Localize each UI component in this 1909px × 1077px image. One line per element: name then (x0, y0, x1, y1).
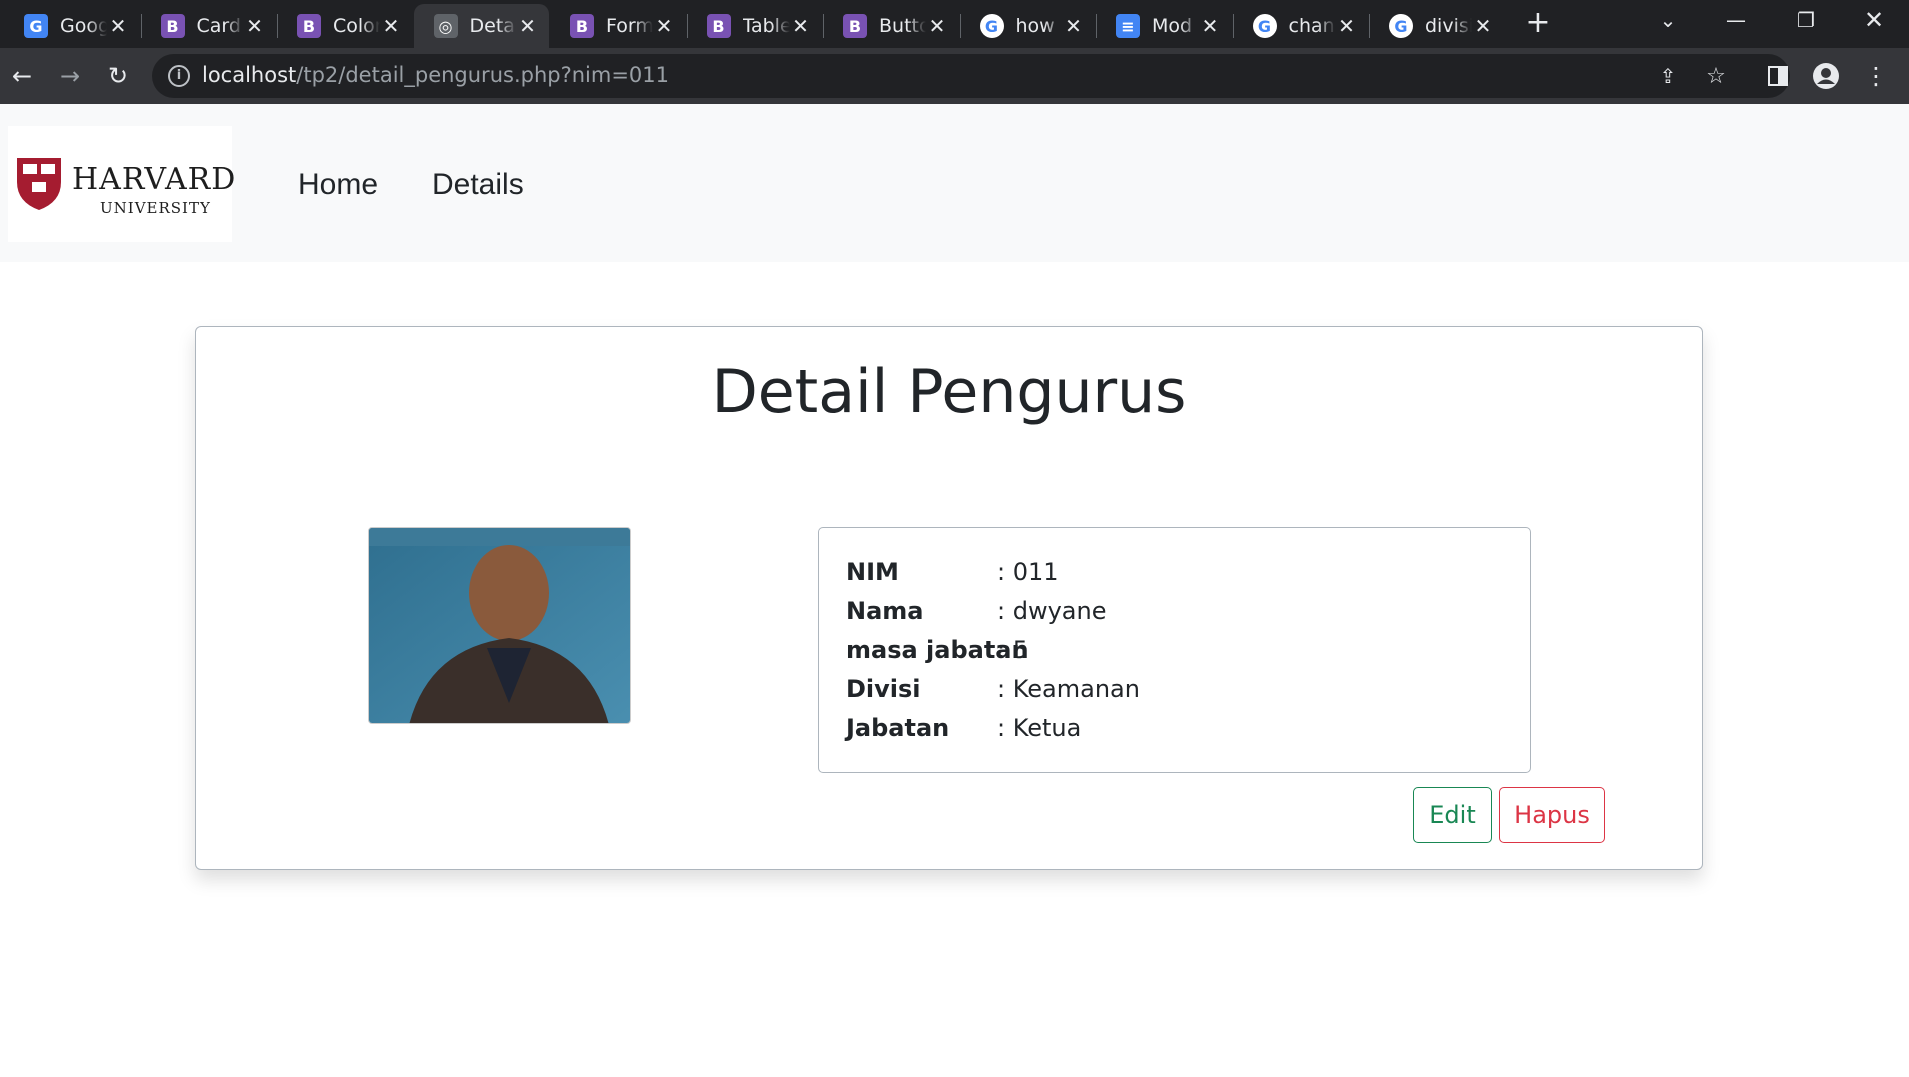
bookmark-star-icon[interactable]: ☆ (1700, 60, 1732, 92)
field-label: Divisi (846, 675, 921, 703)
field-label: Nama (846, 597, 924, 625)
browser-tab[interactable]: Gdivisi ✕ (1369, 4, 1504, 48)
browser-tab[interactable]: G Goog ✕ (4, 4, 139, 48)
tab-title: Goog (60, 15, 107, 37)
browser-tab-strip: G Goog ✕ B Card ✕ B Color ✕ ◎ Detai ✕ B Form ✕ B Table ✕ B… (0, 0, 1909, 48)
tab-title: Mod (1152, 15, 1193, 37)
bootstrap-icon: B (160, 14, 185, 38)
tab-close-icon[interactable]: ✕ (1336, 14, 1358, 38)
bootstrap-icon: B (706, 14, 731, 38)
google-docs-icon: ≡ (1116, 14, 1140, 38)
profile-photo (368, 527, 631, 724)
close-window-button[interactable]: ✕ (1844, 0, 1904, 40)
harvard-shield-icon (17, 158, 61, 210)
tab-close-icon[interactable]: ✕ (926, 14, 948, 38)
nav-link-home[interactable]: Home (298, 168, 378, 202)
browser-toolbar: ← → ↻ i localhost/tp2/detail_pengurus.ph… (0, 48, 1909, 104)
tab-title: how (1015, 15, 1055, 37)
logo-subtitle: UNIVERSITY (100, 199, 211, 217)
site-navbar: HARVARD UNIVERSITY Home Details (0, 104, 1909, 262)
new-tab-button[interactable]: + (1522, 8, 1554, 40)
tab-title: chan (1288, 15, 1335, 37)
field-row-nim: NIM : 011 (846, 558, 1059, 592)
field-label: masa jabatan (846, 636, 1029, 664)
delete-button[interactable]: Hapus (1499, 787, 1605, 843)
google-icon: G (1252, 14, 1277, 38)
tab-close-icon[interactable]: ✕ (244, 14, 266, 38)
bootstrap-icon: B (297, 14, 321, 38)
field-value: : Ketua (997, 714, 1082, 742)
bootstrap-icon: B (570, 14, 594, 38)
tab-close-icon[interactable]: ✕ (790, 14, 812, 38)
field-row-divisi: Divisi : Keamanan (846, 675, 1140, 709)
address-bar[interactable]: i localhost/tp2/detail_pengurus.php?nim=… (152, 54, 1790, 98)
google-translate-icon: G (24, 14, 48, 38)
field-value: : 5 (997, 636, 1028, 664)
field-row-nama: Nama : dwyane (846, 597, 1106, 631)
tab-close-icon[interactable]: ✕ (1199, 14, 1221, 38)
reload-icon[interactable]: ↻ (102, 60, 134, 92)
bootstrap-icon: B (843, 14, 867, 38)
google-icon: G (1389, 14, 1413, 38)
edit-button[interactable]: Edit (1413, 787, 1492, 843)
detail-card: Detail Pengurus NIM : 011 Nama : dwyane (195, 326, 1703, 870)
google-icon: G (979, 14, 1004, 38)
tab-close-icon[interactable]: ✕ (1063, 14, 1085, 38)
tab-close-icon[interactable]: ✕ (380, 14, 402, 38)
tab-close-icon[interactable]: ✕ (653, 14, 675, 38)
field-row-masa-jabatan: masa jabatan : 5 (846, 636, 1029, 670)
tab-title: Table (742, 15, 790, 37)
tab-title: Color (333, 15, 380, 37)
harvard-logo[interactable]: HARVARD UNIVERSITY (8, 126, 235, 242)
back-icon[interactable]: ← (6, 60, 38, 92)
side-panel-icon[interactable] (1762, 60, 1794, 92)
field-value: : 011 (997, 558, 1059, 586)
tab-title: Card (196, 15, 241, 37)
field-label: NIM (846, 558, 899, 586)
tab-title: Form (606, 15, 653, 37)
tab-close-icon[interactable]: ✕ (107, 14, 129, 38)
page-title: Detail Pengurus (711, 357, 1187, 427)
tab-close-icon[interactable]: ✕ (1472, 14, 1494, 38)
logo-title: HARVARD (72, 162, 237, 197)
browser-tab[interactable]: B Form ✕ (550, 4, 685, 48)
restore-button[interactable]: ❐ (1776, 0, 1836, 40)
field-label: Jabatan (846, 714, 950, 742)
field-value: : dwyane (997, 597, 1107, 625)
browser-tab[interactable]: B Butto ✕ (823, 4, 958, 48)
tab-close-icon[interactable]: ✕ (517, 14, 539, 38)
profile-avatar-icon[interactable] (1810, 60, 1842, 92)
browser-tab[interactable]: B Card ✕ (141, 4, 276, 48)
field-value: : Keamanan (997, 675, 1140, 703)
tab-title: divisi (1425, 15, 1472, 37)
browser-tab[interactable]: B Color ✕ (277, 4, 412, 48)
tab-search-icon[interactable]: ⌄ (1638, 0, 1698, 40)
site-info-icon[interactable]: i (168, 65, 190, 87)
detail-info-box: NIM : 011 Nama : dwyane masa jabatan : 5… (818, 527, 1531, 773)
tab-title: Detai (469, 15, 517, 37)
menu-kebab-icon[interactable]: ⋮ (1860, 60, 1892, 92)
browser-tab[interactable]: ≡ Mod ✕ (1096, 4, 1231, 48)
tab-title: Butto (879, 15, 926, 37)
forward-icon[interactable]: → (54, 60, 86, 92)
browser-tab[interactable]: B Table ✕ (687, 4, 822, 48)
field-row-jabatan: Jabatan : Ketua (846, 714, 1081, 748)
nav-link-details[interactable]: Details (432, 168, 524, 202)
harvard-favicon-icon: ◎ (433, 14, 458, 38)
browser-tab[interactable]: Gchan ✕ (1233, 4, 1368, 48)
browser-tab[interactable]: Ghow ✕ (960, 4, 1095, 48)
url-text[interactable]: localhost/tp2/detail_pengurus.php?nim=01… (202, 63, 669, 87)
share-icon[interactable]: ⇪ (1652, 60, 1684, 92)
browser-tab[interactable]: ◎ Detai ✕ (413, 4, 549, 48)
minimize-button[interactable]: — (1706, 0, 1766, 40)
